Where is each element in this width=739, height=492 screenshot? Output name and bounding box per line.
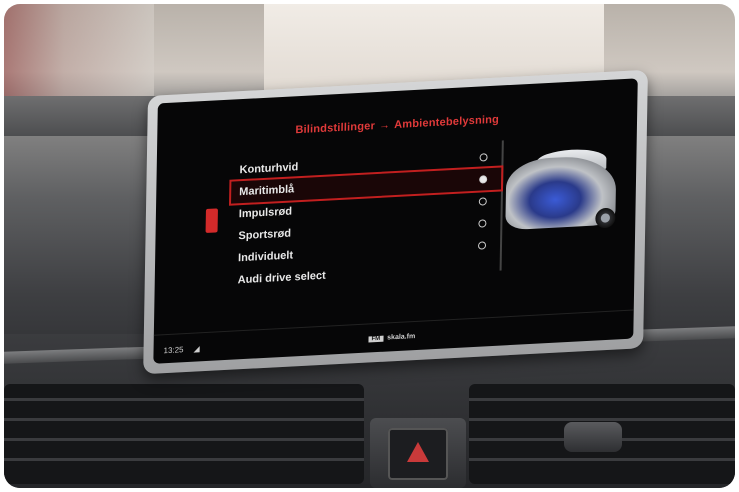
vent-control-knob[interactable] (564, 422, 622, 452)
air-vent-left (4, 384, 364, 484)
menu-item-label: Maritimblå (239, 183, 295, 199)
menu-item-label: Sportsrød (238, 227, 292, 243)
audio-source-label: skala.fm (387, 333, 416, 342)
breadcrumb-separator: → (378, 119, 391, 132)
radio-icon (478, 197, 487, 206)
mmi-display-bezel: Bilindstillinger → Ambientebelysning Kontu… (143, 69, 648, 375)
side-selection-marker (205, 208, 218, 234)
signal-icon: ◢ (193, 344, 200, 354)
menu-item-label: Audi drive select (237, 269, 326, 287)
radio-icon (478, 219, 487, 228)
clock: 13:25 (163, 345, 184, 356)
menu-item-label: Individuelt (237, 249, 294, 265)
radio-selected-icon (479, 175, 488, 184)
car-dashboard-photo: Bilindstillinger → Ambientebelysning Kontu… (4, 4, 735, 488)
mmi-screen: Bilindstillinger → Ambientebelysning Kontu… (153, 78, 638, 364)
audio-source[interactable]: FM skala.fm (368, 333, 416, 343)
hazard-triangle-icon (407, 442, 429, 462)
screen-title: Bilindstillinger → Ambientebelysning (157, 106, 637, 143)
hazard-button[interactable] (388, 428, 448, 480)
radio-icon (477, 241, 487, 250)
radio-icon (479, 153, 488, 162)
car-wheel-icon (595, 207, 616, 229)
hazard-button-housing (370, 418, 466, 488)
menu-item-label: Impulsrød (238, 205, 293, 221)
ambient-color-menu: Konturhvid Maritimblå Impulsrød Sportsrø… (229, 145, 504, 291)
radio-badge-icon: FM (368, 335, 384, 343)
breadcrumb-parent[interactable]: Bilindstillinger (295, 120, 375, 136)
breadcrumb-current: Ambientebelysning (394, 113, 500, 132)
menu-item-label: Konturhvid (239, 161, 299, 177)
